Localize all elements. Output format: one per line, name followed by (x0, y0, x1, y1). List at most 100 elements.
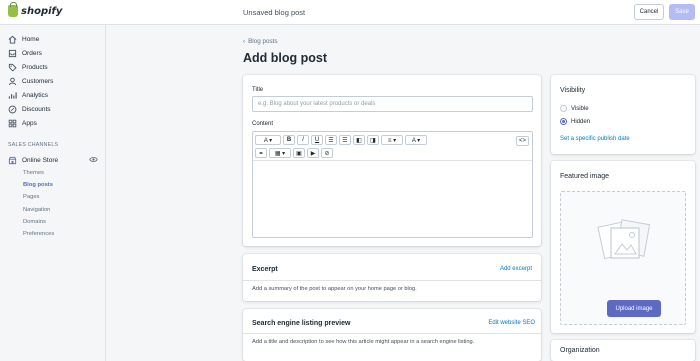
radio-label: Hidden (571, 118, 591, 125)
link-button[interactable]: ⚭ (255, 148, 267, 158)
sidebar-item-label: Products (22, 63, 48, 71)
publish-date-link[interactable]: Set a specific publish date (560, 136, 630, 142)
tag-icon (8, 63, 17, 72)
eye-icon[interactable] (89, 155, 98, 164)
sidebar-item-label: Online Store (22, 156, 59, 164)
seo-heading: Search engine listing preview (252, 320, 351, 327)
outdent-icon: ◧ (356, 137, 362, 144)
radio-hidden[interactable] (560, 118, 567, 125)
italic-icon: I (302, 137, 304, 143)
sidebar: Home Orders Products Customers Analytics… (0, 25, 106, 361)
sales-channels-heading: SALES CHANNELS (8, 142, 59, 148)
post-editor-card: Title e.g. Blog about your latest produc… (243, 75, 541, 246)
home-icon (8, 35, 17, 44)
featured-image-heading: Featured image (560, 173, 610, 180)
store-icon (8, 156, 17, 165)
sidebar-item-label: Analytics (22, 91, 49, 99)
sidebar-item-analytics[interactable]: Analytics (8, 89, 48, 101)
font-icon: A ▾ (263, 137, 273, 144)
outdent-button[interactable]: ◧ (353, 135, 365, 145)
video-icon: ▶ (310, 150, 316, 157)
sidebar-item-online-store[interactable]: Online Store (8, 154, 58, 166)
seo-card: Search engine listing preview Edit websi… (243, 309, 541, 361)
bullet-list-button[interactable]: ☰ (325, 135, 337, 145)
sidebar-item-label: Home (22, 35, 40, 43)
editor-divider (253, 160, 532, 161)
table-dropdown[interactable]: ▦ ▾ (269, 148, 291, 158)
page-status: Unsaved blog post (243, 8, 306, 17)
bold-icon: B (286, 137, 292, 143)
chevron-left-icon: ‹ (243, 38, 246, 45)
bold-button[interactable]: B (283, 135, 295, 145)
sidebar-sub-blog-posts[interactable]: Blog posts (23, 182, 53, 188)
discount-icon (8, 105, 17, 114)
align-icon: ≡ ▾ (387, 137, 397, 144)
clear-format-icon: ⊘ (324, 150, 330, 157)
italic-button[interactable]: I (297, 135, 309, 145)
person-icon (8, 77, 17, 86)
sidebar-item-apps[interactable]: Apps (8, 117, 37, 129)
page-title: Add blog post (243, 51, 328, 65)
title-input[interactable]: e.g. Blog about your latest products or … (252, 96, 533, 112)
save-button[interactable]: Save (669, 4, 695, 20)
sidebar-sub-domains[interactable]: Domains (23, 219, 46, 225)
content-editor[interactable]: A ▾ B I U ☰ ☰ ◧ ◨ ≡ ▾ A ▾ <> ⚭ ▦ ▾ ▣ ▶ ⊘ (252, 131, 533, 238)
excerpt-divider (243, 280, 541, 281)
sidebar-item-orders[interactable]: Orders (8, 47, 42, 59)
shopify-logo[interactable]: shopify (8, 2, 63, 17)
sidebar-item-label: Orders (22, 49, 42, 57)
excerpt-description: Add a summary of the post to appear on y… (252, 286, 417, 292)
add-excerpt-link[interactable]: Add excerpt (500, 266, 532, 272)
featured-image-card: Featured image Upload image (551, 161, 695, 333)
underline-button[interactable]: U (311, 135, 323, 145)
organization-card: Organization (551, 340, 695, 361)
edit-seo-link[interactable]: Edit website SEO (488, 320, 535, 326)
visibility-option-visible[interactable]: Visible (560, 105, 589, 112)
text-color-dropdown[interactable]: A ▾ (405, 135, 427, 145)
html-toggle-button[interactable]: <> (516, 136, 530, 146)
excerpt-heading: Excerpt (252, 266, 278, 273)
title-label: Title (252, 87, 264, 93)
visibility-heading: Visibility (560, 87, 586, 94)
radio-visible[interactable] (560, 105, 567, 112)
sidebar-sub-pages[interactable]: Pages (23, 194, 39, 200)
top-bar: shopify Unsaved blog post Cancel Save (0, 0, 700, 25)
seo-divider (243, 333, 541, 334)
text-color-icon: A ▾ (411, 137, 421, 144)
visibility-option-hidden[interactable]: Hidden (560, 118, 590, 125)
orders-icon (8, 49, 17, 58)
sidebar-sub-navigation[interactable]: Navigation (23, 207, 50, 213)
logo-text: shopify (21, 5, 63, 17)
apps-icon (8, 119, 17, 128)
cancel-button[interactable]: Cancel (634, 4, 664, 20)
organization-heading: Organization (560, 347, 600, 354)
image-icon: ▣ (296, 150, 302, 157)
sidebar-item-label: Discounts (22, 105, 51, 113)
indent-button[interactable]: ◨ (367, 135, 379, 145)
radio-label: Visible (571, 105, 589, 112)
image-drop-zone[interactable]: Upload image (560, 191, 686, 325)
visibility-card: Visibility Visible Hidden Set a specific… (551, 75, 695, 154)
content-label: Content (252, 121, 274, 127)
sidebar-sub-themes[interactable]: Themes (23, 170, 44, 176)
breadcrumb-label: Blog posts (248, 38, 278, 45)
bullet-list-icon: ☰ (328, 137, 334, 144)
numbered-list-button[interactable]: ☰ (339, 135, 351, 145)
insert-image-button[interactable]: ▣ (293, 148, 305, 158)
numbered-list-icon: ☰ (342, 137, 348, 144)
link-icon: ⚭ (258, 150, 264, 157)
breadcrumb[interactable]: ‹ Blog posts (243, 38, 278, 45)
insert-video-button[interactable]: ▶ (307, 148, 319, 158)
sidebar-sub-preferences[interactable]: Preferences (23, 231, 54, 237)
sidebar-item-products[interactable]: Products (8, 61, 48, 73)
chart-icon (8, 91, 17, 100)
editor-toolbar-row-2: ⚭ ▦ ▾ ▣ ▶ ⊘ (255, 148, 333, 158)
sidebar-item-label: Customers (22, 77, 54, 85)
sidebar-item-customers[interactable]: Customers (8, 75, 53, 87)
font-dropdown[interactable]: A ▾ (255, 135, 281, 145)
sidebar-item-home[interactable]: Home (8, 33, 39, 45)
upload-image-button[interactable]: Upload image (607, 300, 661, 317)
clear-format-button[interactable]: ⊘ (321, 148, 333, 158)
align-dropdown[interactable]: ≡ ▾ (381, 135, 403, 145)
sidebar-item-discounts[interactable]: Discounts (8, 103, 51, 115)
